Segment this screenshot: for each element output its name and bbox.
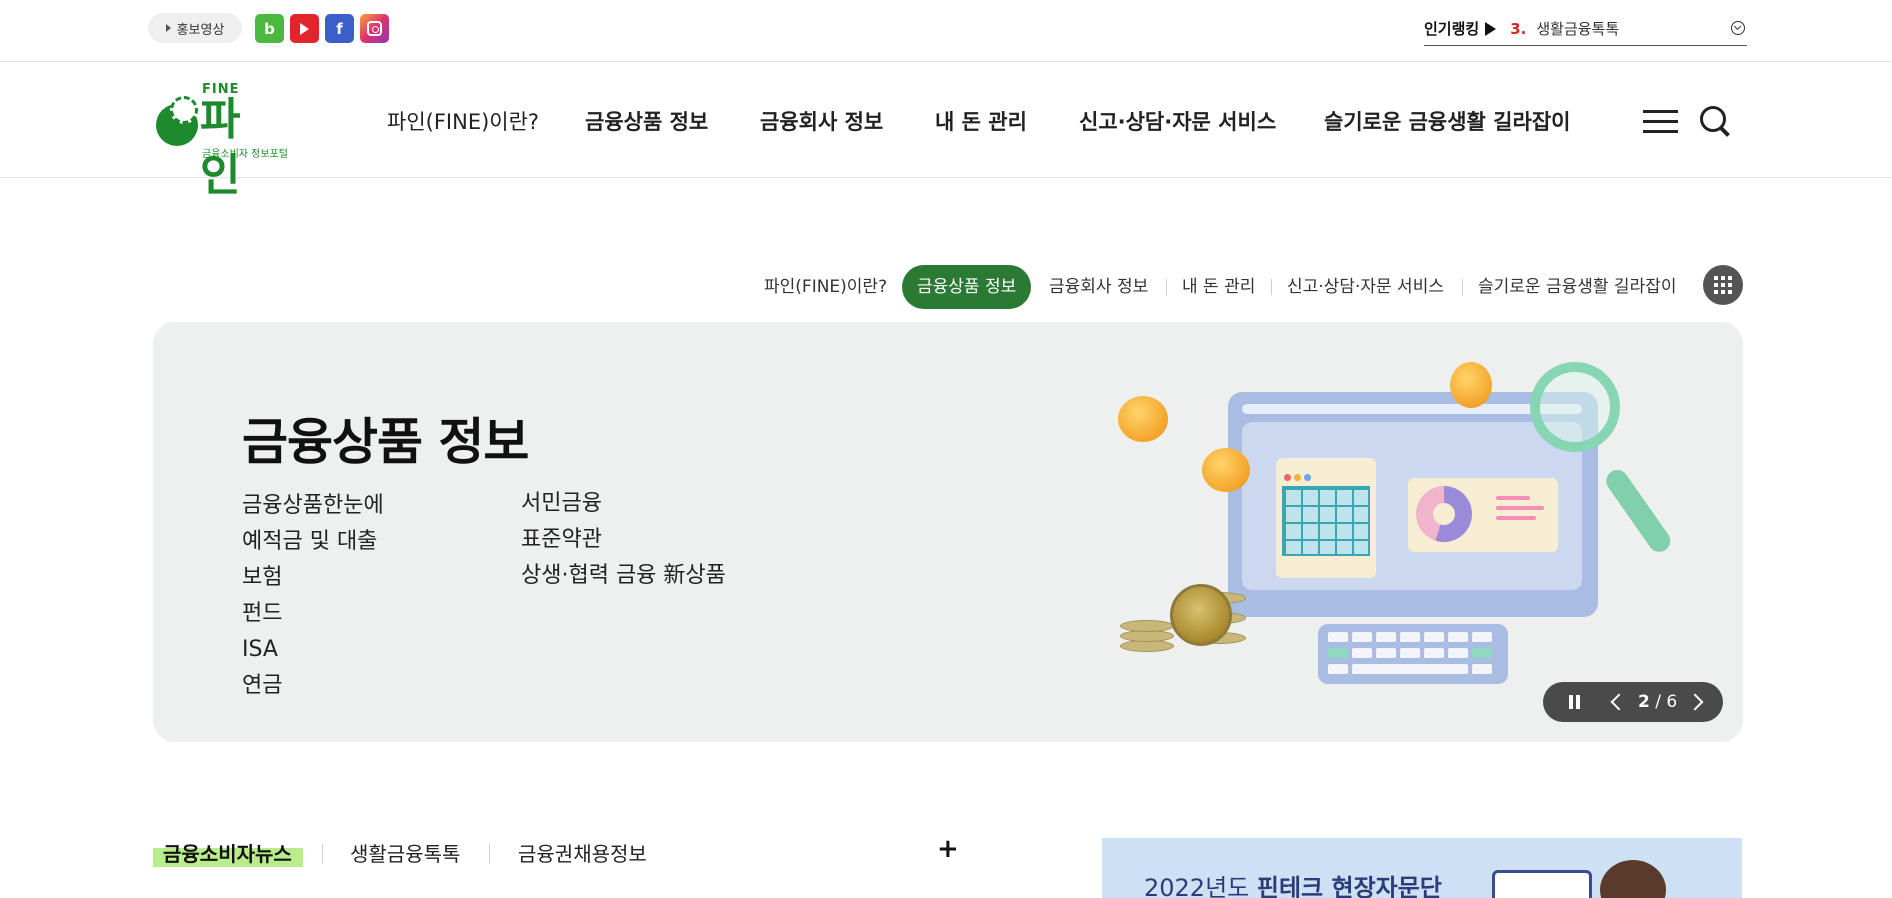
chevron-down-icon[interactable] [1731,21,1745,35]
logo-mark-icon [156,96,198,146]
fintech-promo-banner[interactable]: 2022년도 핀테크 현장자문단 [1102,838,1742,898]
banner-title: 금융상품 정보 [242,413,529,471]
youtube-icon[interactable] [290,14,319,43]
ranking-number: 3. [1510,19,1527,38]
promo-banner-text: 2022년도 핀테크 현장자문단 [1144,874,1442,898]
slide-counter: 2 / 6 [1638,692,1678,712]
chevron-right-icon[interactable] [1686,693,1704,711]
coin-icon [1118,396,1168,442]
chevron-left-icon[interactable] [1610,693,1628,711]
menu-icon[interactable] [1643,108,1678,135]
ranking-arrow-icon [1485,21,1497,36]
promo-video-button[interactable]: 홍보영상 [148,13,242,43]
tab-financial-products[interactable]: 금융상품 정보 [902,265,1032,309]
tab-divider [1271,279,1272,295]
link-isa[interactable]: ISA [242,632,384,668]
banner-links-col2: 서민금융 표준약관 상생·협력 금융 新상품 [521,486,726,594]
pie-chart-card-illustration [1408,478,1558,552]
link-cooperative-products[interactable]: 상생·협력 금융 新상품 [521,558,726,594]
tab-divider [1462,279,1463,295]
more-button[interactable]: + [937,834,959,864]
keyboard-illustration [1318,624,1508,684]
tab-financial-companies[interactable]: 금융회사 정보 [1049,265,1148,309]
blog-icon[interactable]: b [255,14,284,43]
link-deposits-loans[interactable]: 예적금 및 대출 [242,524,384,560]
coin-icon [1450,362,1492,408]
gnb-financial-guide[interactable]: 슬기로운 금융생활 길라잡이 [1324,106,1570,136]
link-pension[interactable]: 연금 [242,668,384,704]
youtube-play-icon [300,22,309,35]
tab-divider [1166,279,1167,295]
ranking-title[interactable]: 생활금융톡톡 [1536,18,1619,39]
gnb-about-fine[interactable]: 파인(FINE)이란? [387,106,539,136]
promo-video-label: 홍보영상 [176,22,225,38]
pause-icon[interactable] [1569,695,1581,709]
facebook-icon[interactable]: f [325,14,354,43]
play-triangle-icon [165,24,171,32]
instagram-camera-icon [367,21,382,36]
gnb-my-money[interactable]: 내 돈 관리 [935,106,1027,136]
link-insurance[interactable]: 보험 [242,560,384,596]
tab-about-fine[interactable]: 파인(FINE)이란? [764,265,887,309]
link-funds[interactable]: 펀드 [242,596,384,632]
tab-report-consult[interactable]: 신고·상담·자문 서비스 [1287,265,1444,309]
laptop-illustration [1492,870,1592,898]
line-chart-card-illustration [1276,458,1376,578]
main-header: FINE 파인 금융소비자 정보포털 파인(FINE)이란? 금융상품 정보 금… [0,62,1892,201]
person-illustration [1600,860,1666,898]
utility-bar: 홍보영상 b f 인기랭킹 3. 생활금융톡톡 [0,0,1892,62]
banner-links-col1: 금융상품한눈에 예적금 및 대출 보험 펀드 ISA 연금 [242,488,384,704]
tab-life-finance-talk[interactable]: 생활금융톡톡 [350,838,460,867]
gnb-report-consult[interactable]: 신고·상담·자문 서비스 [1079,106,1276,136]
slide-controls: 2 / 6 [1543,682,1723,722]
search-icon[interactable] [1700,106,1732,138]
site-logo[interactable]: FINE 파인 금융소비자 정보포털 [156,82,296,201]
popular-ranking[interactable]: 인기랭킹 3. 생활금융톡톡 [1424,12,1747,46]
gnb-financial-companies[interactable]: 금융회사 정보 [760,106,883,136]
tab-consumer-news[interactable]: 금융소비자뉴스 [163,838,292,867]
magnifier-illustration [1530,362,1620,452]
finance-illustration [1108,362,1675,702]
link-products-at-a-glance[interactable]: 금융상품한눈에 [242,488,384,524]
link-standard-terms[interactable]: 표준약관 [521,522,726,558]
all-menu-grid-icon[interactable] [1703,265,1743,305]
gnb-financial-products[interactable]: 금융상품 정보 [585,106,708,136]
tab-financial-guide[interactable]: 슬기로운 금융생활 길라잡이 [1478,265,1677,309]
logo-subtitle: 금융소비자 정보포털 [202,149,288,160]
dollar-coin-icon [1170,584,1232,646]
hero-banner: 금융상품 정보 금융상품한눈에 예적금 및 대출 보험 펀드 ISA 연금 서민… [153,322,1743,742]
instagram-icon[interactable] [360,14,389,43]
link-microfinance[interactable]: 서민금융 [521,486,726,522]
ranking-label: 인기랭킹 [1424,20,1480,38]
coin-icon [1202,448,1250,492]
tab-my-money[interactable]: 내 돈 관리 [1182,265,1255,309]
tab-financial-jobs[interactable]: 금융권채용정보 [518,838,647,867]
